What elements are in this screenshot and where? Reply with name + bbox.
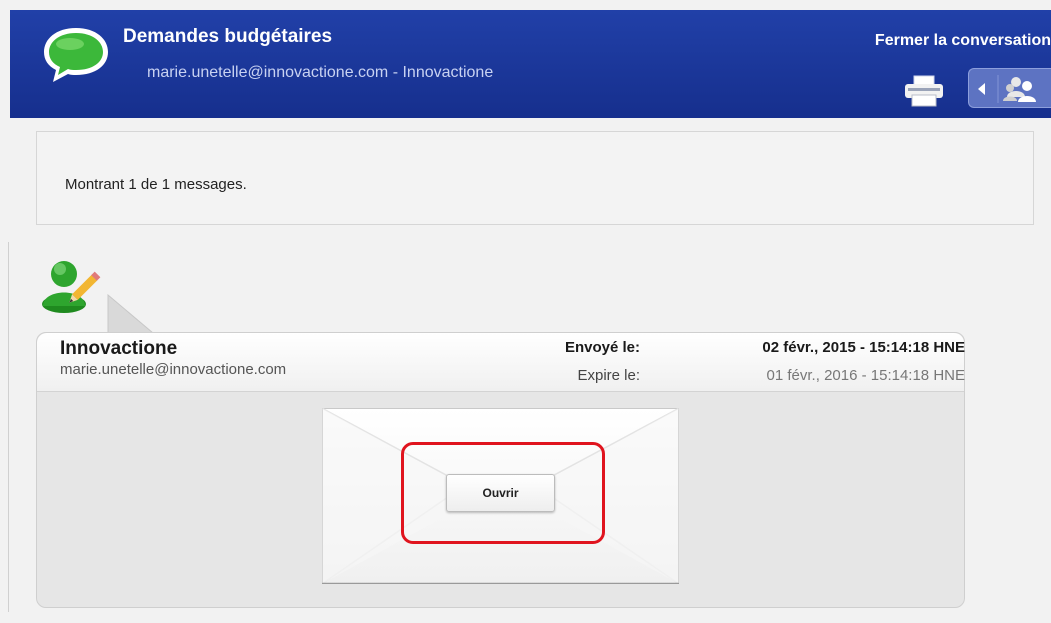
thread-divider [8,242,9,612]
chevron-left-icon [978,83,985,95]
sender-email: marie.unetelle@innovactione.com [60,361,287,378]
sent-label: Envoyé le: [564,339,640,356]
conversation-subtitle: marie.unetelle@innovactione.com - Innova… [147,64,494,81]
sender-name: Innovactione [60,338,178,359]
message-count-panel: Montrant 1 de 1 messages. [36,131,1034,225]
speech-bubble-icon [40,24,112,91]
message-header: Innovactione marie.unetelle@innovactione… [37,333,965,392]
sent-date: 02 févr., 2015 - 15:14:18 HNE [762,339,965,356]
participants-button[interactable] [968,68,1051,108]
message-count-text: Montrant 1 de 1 messages. [65,176,247,193]
message-card: Innovactione marie.unetelle@innovactione… [36,332,965,608]
conversation-title: Demandes budgétaires [123,26,333,47]
printer-icon[interactable] [903,75,945,112]
user-edit-icon [38,252,102,319]
open-button[interactable]: Ouvrir [446,474,555,512]
expires-label: Expire le: [577,367,640,384]
people-icon [1003,77,1036,102]
expires-date: 01 févr., 2016 - 15:14:18 HNE [766,367,965,384]
close-conversation-link[interactable]: Fermer la conversation [875,32,1051,50]
conversation-header: Demandes budgétaires marie.unetelle@inno… [10,10,1051,118]
